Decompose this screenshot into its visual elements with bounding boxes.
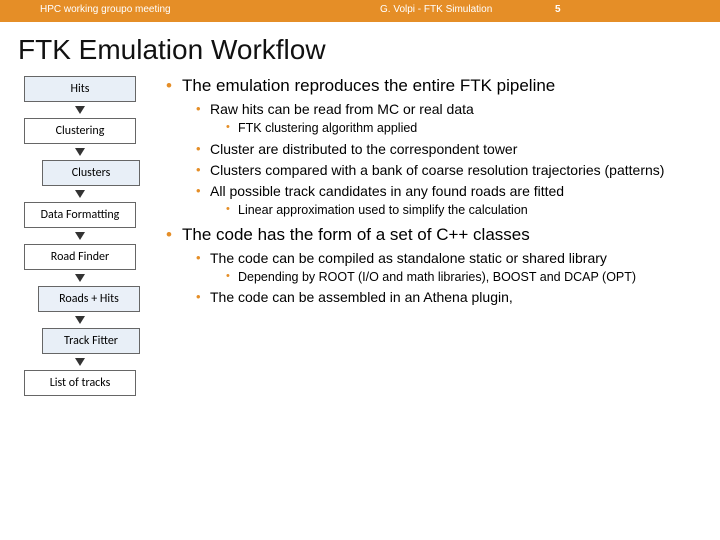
- header-left: HPC working groupo meeting: [40, 4, 171, 15]
- diagram-box-clustering: Clustering: [24, 118, 136, 144]
- bullet-l2: Raw hits can be read from MC or real dat…: [196, 101, 706, 137]
- bullet-text: All possible track candidates in any fou…: [210, 183, 564, 199]
- workflow-diagram: Hits Clustering Clusters Data Formatting…: [10, 76, 150, 396]
- arrow-icon: [75, 274, 85, 282]
- bullet-text: Depending by ROOT (I/O and math librarie…: [238, 270, 636, 284]
- bullet-l3: Depending by ROOT (I/O and math librarie…: [226, 270, 706, 286]
- bullet-text: The code can be compiled as standalone s…: [210, 250, 607, 266]
- diagram-box-roadshits: Roads + Hits: [38, 286, 140, 312]
- bullet-l2: All possible track candidates in any fou…: [196, 183, 706, 219]
- bullet-text: Linear approximation used to simplify th…: [238, 203, 528, 217]
- bullet-l3: FTK clustering algorithm applied: [226, 121, 706, 137]
- arrow-icon: [75, 316, 85, 324]
- slide-body: The emulation reproduces the entire FTK …: [150, 76, 720, 396]
- bullet-text: Raw hits can be read from MC or real dat…: [210, 101, 474, 117]
- bullet-l2: The code can be compiled as standalone s…: [196, 250, 706, 286]
- bullet-text: Clusters compared with a bank of coarse …: [210, 162, 664, 178]
- bullet-text: The code can be assembled in an Athena p…: [210, 289, 513, 305]
- bullet-l1: The code has the form of a set of C++ cl…: [166, 225, 706, 307]
- arrow-icon: [75, 358, 85, 366]
- slide-title: FTK Emulation Workflow: [18, 34, 720, 66]
- diagram-box-clusters: Clusters: [42, 160, 140, 186]
- arrow-icon: [75, 232, 85, 240]
- bullet-text: Cluster are distributed to the correspon…: [210, 141, 517, 157]
- diagram-box-dataformat: Data Formatting: [24, 202, 136, 228]
- header-center: G. Volpi - FTK Simulation: [380, 4, 492, 15]
- bullet-l2: The code can be assembled in an Athena p…: [196, 289, 706, 306]
- bullet-l2: Clusters compared with a bank of coarse …: [196, 162, 706, 179]
- arrow-icon: [75, 190, 85, 198]
- bullet-l3: Linear approximation used to simplify th…: [226, 203, 706, 219]
- diagram-box-roadfinder: Road Finder: [24, 244, 136, 270]
- bullet-text: The code has the form of a set of C++ cl…: [182, 225, 530, 244]
- diagram-box-trackfitter: Track Fitter: [42, 328, 140, 354]
- arrow-icon: [75, 106, 85, 114]
- diagram-box-listtracks: List of tracks: [24, 370, 136, 396]
- header-page: 5: [555, 4, 561, 15]
- slide-header: HPC working groupo meeting G. Volpi - FT…: [0, 0, 720, 22]
- bullet-l2: Cluster are distributed to the correspon…: [196, 141, 706, 158]
- arrow-icon: [75, 148, 85, 156]
- bullet-text: The emulation reproduces the entire FTK …: [182, 76, 555, 95]
- bullet-text: FTK clustering algorithm applied: [238, 121, 417, 135]
- diagram-box-hits: Hits: [24, 76, 136, 102]
- bullet-l1: The emulation reproduces the entire FTK …: [166, 76, 706, 219]
